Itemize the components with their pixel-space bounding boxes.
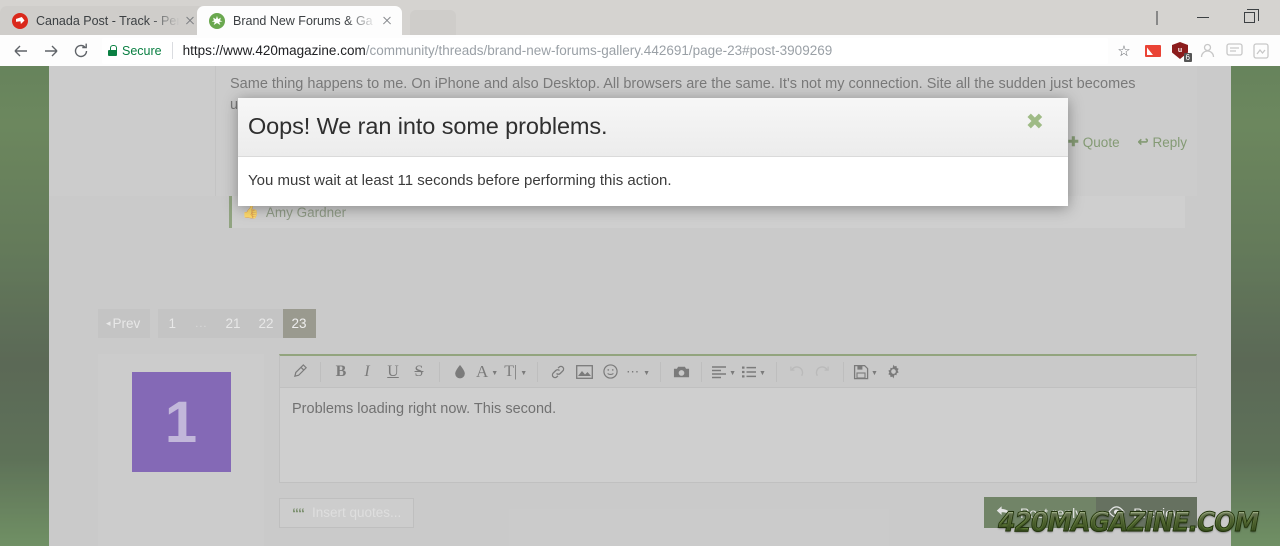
error-modal-message: You must wait at least 11 seconds before…	[248, 172, 672, 189]
reply-textarea[interactable]: Problems loading right now. This second.	[280, 388, 1196, 482]
font-size-icon[interactable]: T| ▼	[501, 360, 530, 384]
error-modal: Oops! We ran into some problems. ✖ You m…	[238, 98, 1068, 206]
tab-title: Canada Post - Track - Per	[36, 13, 181, 28]
browser-toolbar: Secure https://www.420magazine.com/commu…	[0, 35, 1280, 66]
avatar[interactable]: 1	[131, 372, 231, 472]
browser-tab-420magazine[interactable]: Brand New Forums & Ga	[197, 6, 402, 35]
gmail-extension-icon[interactable]	[1140, 38, 1166, 64]
ublock-origin-icon[interactable]: u 6	[1167, 38, 1193, 64]
text-align-icon[interactable]: ▼	[709, 360, 739, 384]
browser-tab-canada-post[interactable]: Canada Post - Track - Per	[0, 6, 205, 35]
settings-gear-icon[interactable]	[881, 360, 907, 384]
editor-toolbar: B I U S A ▼ T| ▼ ⋯ ▼ ▼ ▼ ▼	[280, 356, 1196, 388]
reload-icon[interactable]	[66, 37, 96, 65]
insert-image-icon[interactable]	[571, 360, 597, 384]
reply-text: Problems loading right now. This second.	[292, 401, 557, 417]
font-family-icon[interactable]: A ▼	[473, 360, 501, 384]
error-modal-header: Oops! We ran into some problems. ✖	[238, 98, 1068, 157]
liked-by-user[interactable]: Amy Gardner	[266, 205, 346, 220]
underline-icon[interactable]: U	[380, 360, 406, 384]
url-text: https://www.420magazine.com/community/th…	[183, 43, 833, 58]
minimize-icon[interactable]	[1180, 2, 1226, 34]
italic-icon[interactable]: I	[354, 360, 380, 384]
post-author-column	[49, 66, 215, 196]
window-controls	[1134, 0, 1280, 35]
editor-avatar-column: 1	[98, 354, 264, 546]
420magazine-leaf-icon	[209, 12, 225, 29]
lock-icon	[108, 45, 117, 56]
insert-link-icon[interactable]	[545, 360, 571, 384]
address-bar[interactable]: Secure https://www.420magazine.com/commu…	[102, 37, 1108, 64]
undo-icon[interactable]	[784, 360, 810, 384]
redo-icon[interactable]	[810, 360, 836, 384]
strikethrough-icon[interactable]: S	[406, 360, 432, 384]
pagination-page-21[interactable]: 21	[216, 309, 250, 338]
tb-group-typography: A ▼ T| ▼	[444, 361, 533, 383]
post-message-line-1: Same thing happens to me. On iPhone and …	[230, 76, 1047, 92]
drafts-icon[interactable]: ▼	[851, 360, 881, 384]
smilies-icon[interactable]	[597, 360, 623, 384]
post-action-bar: ✚ Quote ↩ Reply	[1068, 128, 1197, 160]
pagination-page-22[interactable]: 22	[249, 309, 283, 338]
insert-quotes-button[interactable]: ““ Insert quotes...	[279, 497, 415, 528]
tb-group-format-clear	[284, 361, 316, 383]
url-path: /community/threads/brand-new-forums-gall…	[365, 43, 833, 58]
tb-group-insert: ⋯ ▼	[542, 361, 656, 383]
star-icon[interactable]: ☆	[1112, 42, 1136, 60]
pagination: Prev 1 ... 21 22 23	[98, 309, 316, 338]
tb-group-basic-format: B I U S	[325, 361, 435, 383]
quote-marks-icon: ““	[292, 504, 305, 521]
extension-icon-4[interactable]	[1221, 38, 1247, 64]
extension-icon-3[interactable]	[1194, 38, 1220, 64]
pagination-page-1[interactable]: 1	[158, 309, 187, 338]
more-options-icon[interactable]: ⋯ ▼	[623, 360, 653, 384]
tb-group-media	[665, 361, 697, 383]
tb-group-history	[781, 361, 839, 383]
close-icon[interactable]: ✖	[1024, 112, 1046, 134]
bold-icon[interactable]: B	[328, 360, 354, 384]
thumbs-up-icon: 👍	[242, 204, 259, 219]
reply-label: Reply	[1152, 134, 1187, 150]
tab-title: Brand New Forums & Ga	[233, 13, 373, 28]
site-watermark: 420MAGAZINE.COM	[998, 507, 1260, 539]
maximize-icon[interactable]	[1226, 2, 1272, 34]
canada-post-icon	[12, 12, 28, 29]
security-label: Secure	[122, 43, 162, 58]
tb-group-drafts: ▼	[848, 361, 910, 383]
pagination-prev-label: Prev	[112, 316, 141, 331]
pagination-pages: 1 ... 21 22 23	[158, 309, 316, 338]
insert-quotes-label: Insert quotes...	[312, 505, 402, 520]
quote-button[interactable]: ✚ Quote	[1068, 134, 1120, 150]
browser-window: Canada Post - Track - Per Brand New Foru…	[0, 0, 1280, 546]
close-tab-icon[interactable]	[378, 12, 396, 30]
text-color-icon[interactable]	[447, 360, 473, 384]
list-icon[interactable]: ▼	[739, 360, 769, 384]
tab-strip: Canada Post - Track - Per Brand New Foru…	[0, 0, 1280, 35]
pagination-ellipsis: ...	[186, 309, 217, 338]
window-bar-icon[interactable]	[1134, 2, 1180, 34]
camera-icon[interactable]	[668, 360, 694, 384]
reply-button[interactable]: ↩ Reply	[1138, 134, 1187, 150]
extension-icon-5[interactable]	[1248, 38, 1274, 64]
extension-toolbar: u 6	[1136, 38, 1274, 64]
security-indicator[interactable]: Secure	[102, 42, 173, 59]
remove-formatting-icon[interactable]	[287, 360, 313, 384]
page-viewport: Same thing happens to me. On iPhone and …	[0, 66, 1280, 546]
pagination-prev[interactable]: Prev	[98, 309, 151, 338]
error-modal-title: Oops! We ran into some problems.	[248, 113, 608, 139]
ublock-badge-count: 6	[1183, 52, 1192, 62]
url-domain: https://www.420magazine.com	[182, 43, 366, 58]
forward-arrow-icon[interactable]	[36, 37, 66, 65]
new-tab-button[interactable]	[410, 10, 456, 35]
tb-group-align-list: ▼ ▼	[706, 361, 772, 383]
pagination-page-current[interactable]: 23	[282, 309, 316, 338]
pagination-prev-group: Prev	[98, 309, 151, 338]
editor-box: B I U S A ▼ T| ▼ ⋯ ▼ ▼ ▼ ▼ Problems load…	[279, 354, 1197, 483]
back-arrow-icon[interactable]	[6, 37, 36, 65]
quote-label: Quote	[1082, 134, 1120, 150]
